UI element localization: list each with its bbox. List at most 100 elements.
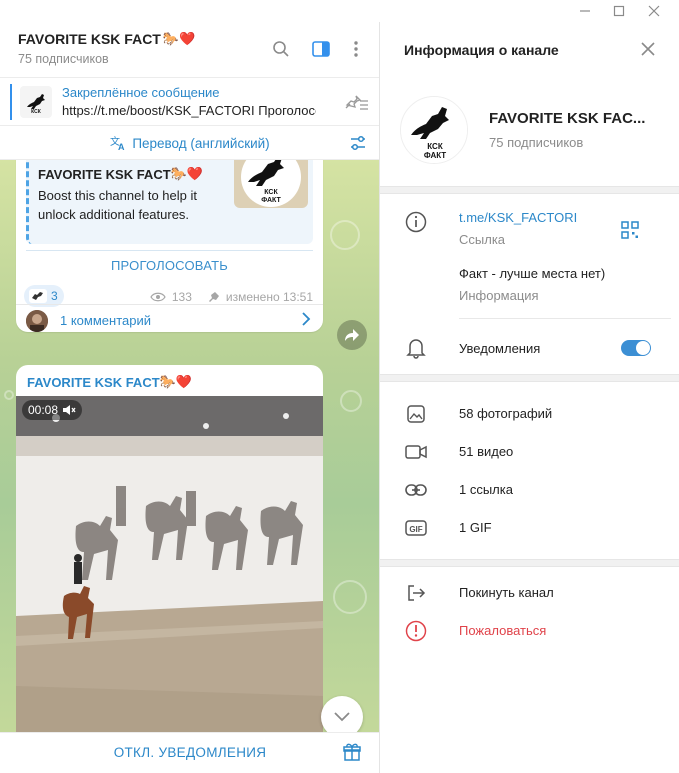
message-list[interactable]: FAVORITE KSK FACT 🐎❤️ Boost this channel… [0,160,379,732]
close-window-button[interactable] [636,0,672,22]
minimize-button[interactable] [567,0,603,22]
pinned-accent-bar [10,84,12,120]
pinned-list-button[interactable] [342,90,370,114]
video-camera-icon [404,440,428,464]
comments-button[interactable]: 1 комментарий [16,306,323,332]
close-info-button[interactable] [641,42,655,59]
translate-options-button[interactable] [348,133,368,156]
divider [26,250,313,251]
pinned-label: Закреплённое сообщение [62,85,220,100]
links-count: 1 ссылка [459,482,513,497]
channel-link-row[interactable]: t.me/KSK_FACTORI Ссылка [380,204,679,260]
pinned-message-bar[interactable]: КСК Закреплённое сообщение https://t.me/… [0,78,379,126]
notifications-row[interactable]: Уведомления [380,332,679,364]
gifs-count: 1 GIF [459,520,492,535]
channel-avatar[interactable]: КСК ФАКТ [400,96,468,164]
link-icon [404,478,428,502]
qr-code-button[interactable] [618,218,642,242]
pin-icon [208,292,219,302]
boost-preview[interactable]: FAVORITE KSK FACT 🐎❤️ Boost this channel… [26,160,313,244]
videos-count: 51 видео [459,444,514,459]
qr-code-icon [621,221,639,239]
muted-icon [63,405,76,415]
message-bubble[interactable]: FAVORITE KSK FACT 🐎❤️ 00:08 [16,365,323,732]
title-emoji: 🐎❤️ [170,166,204,181]
pin-list-icon [345,95,368,110]
video-time: 00:08 [28,403,59,417]
chat-pane: FAVORITE KSK FACT 🐎❤️ 75 подписчиков КСК… [0,22,380,773]
video-frame [16,396,323,732]
scroll-down-button[interactable] [321,696,363,732]
channel-description-label: Информация [459,288,539,303]
window-title-bar [0,0,679,22]
svg-text:ФАКТ: ФАКТ [261,197,281,204]
search-icon [273,41,289,57]
close-icon [641,42,655,56]
media-videos-row[interactable]: 51 видео [380,438,679,466]
vote-button[interactable]: ПРОГОЛОСОВАТЬ [26,258,313,273]
leave-channel-label: Покинуть канал [459,585,554,600]
notifications-toggle[interactable] [621,340,651,356]
title-emoji: 🐎❤️ [162,31,196,46]
warning-icon [404,619,428,643]
leave-channel-row[interactable]: Покинуть канал [380,580,679,608]
media-photos-row[interactable]: 58 фотографий [380,400,679,428]
reaction-count: 3 [51,289,58,303]
svg-text:КСК: КСК [31,109,42,115]
pinned-thumbnail: КСК [20,86,52,118]
sidebar-toggle-button[interactable] [308,36,334,62]
channel-name: FAVORITE KSK FAC... [489,110,646,127]
svg-text:КСК: КСК [264,189,278,196]
divider [16,304,323,305]
svg-text:GIF: GIF [409,525,422,534]
video-player[interactable]: 00:08 [16,396,323,732]
section-separator [380,374,679,382]
media-links-row[interactable]: 1 ссылка [380,476,679,504]
mute-notifications-button[interactable]: ОТКЛ. УВЕДОМЛЕНИЯ [0,745,379,760]
commenter-avatar [26,310,48,332]
sidebar-panel-icon [312,41,330,57]
more-button[interactable] [343,36,369,62]
channel-description-row[interactable]: Факт - лучше места нет) Информация [380,260,679,312]
info-header: Информация о канале [380,22,679,78]
chat-title-text: FAVORITE KSK FACT [18,31,161,47]
more-vertical-icon [354,41,358,57]
chevron-right-icon [301,312,311,329]
search-button[interactable] [268,36,294,62]
channel-description: Факт - лучше места нет) [459,266,606,281]
share-button[interactable] [337,320,367,350]
title-emoji: 🐎❤️ [159,374,193,389]
maximize-button[interactable] [601,0,637,22]
sliders-icon [351,135,365,151]
horse-logo-icon: КСК [27,94,45,115]
media-gifs-row[interactable]: GIF 1 GIF [380,514,679,542]
boost-preview-image: КСК ФАКТ [234,160,308,208]
background-doodle [340,390,362,412]
channel-profile: КСК ФАКТ FAVORITE KSK FAC... 75 подписчи… [380,78,679,186]
translate-button[interactable]: 文A Перевод (английский) [0,135,379,151]
edited-time: изменено 13:51 [225,290,313,304]
gift-button[interactable] [342,742,362,765]
message-bubble[interactable]: FAVORITE KSK FACT 🐎❤️ Boost this channel… [16,160,323,332]
share-icon [345,329,359,341]
message-author[interactable]: FAVORITE KSK FACT 🐎❤️ [27,374,192,390]
svg-text:ФАКТ: ФАКТ [424,151,446,160]
channel-info-panel: Информация о канале КСК ФАКТ FAVORITE KS… [380,22,679,773]
photo-icon [404,402,428,426]
report-label: Пожаловаться [459,623,547,638]
bell-icon [404,336,428,360]
boost-preview-text: Boost this channel to help it unlock add… [38,188,197,222]
minimize-icon [580,10,590,12]
report-row[interactable]: Пожаловаться [380,618,679,646]
message-meta: 133 изменено 13:51 [150,290,313,304]
channel-link[interactable]: t.me/KSK_FACTORI [459,210,577,225]
pinned-text: https://t.me/boost/KSK_FACTORI Проголосо… [62,103,316,118]
channel-subscribers: 75 подписчиков [489,135,584,150]
comments-label: 1 комментарий [60,313,151,328]
section-separator [380,186,679,194]
video-duration-badge[interactable]: 00:08 [22,400,83,420]
translate-bar[interactable]: 文A Перевод (английский) [0,126,379,160]
background-doodle [333,580,367,614]
chat-header[interactable]: FAVORITE KSK FACT 🐎❤️ 75 подписчиков [0,22,379,78]
avatar-image [26,310,48,332]
